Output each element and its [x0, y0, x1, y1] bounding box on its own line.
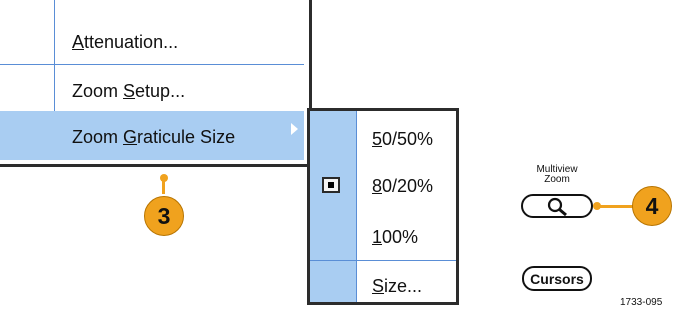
submenu-arrow-icon: [291, 123, 298, 135]
magnifier-icon: [547, 197, 567, 216]
callout-leader-line: [600, 205, 634, 208]
step-callout-4: 4: [632, 186, 672, 226]
figure-id: 1733-095: [620, 297, 663, 308]
menu-item-zoom-setup[interactable]: Zoom Setup...: [0, 65, 304, 110]
main-menu: Attenuation... Zoom Setup... Zoom Gratic…: [0, 0, 312, 167]
step-callout-3: 3: [144, 196, 184, 236]
submenu-item-size[interactable]: Size...: [310, 261, 456, 305]
submenu-item-label: 100%: [372, 227, 419, 247]
multiview-zoom-button[interactable]: [521, 194, 593, 218]
submenu-item-label: 80/20%: [372, 176, 434, 196]
multiview-zoom-caption: Multiview Zoom: [536, 164, 578, 185]
selected-radio-icon: [322, 177, 340, 193]
menu-item-label: Attenuation...: [72, 32, 179, 52]
zoom-graticule-submenu: 50/50% 80/20% 100% Size...: [307, 108, 459, 305]
menu-item-zoom-graticule-size[interactable]: Zoom Graticule Size: [0, 111, 304, 160]
menu-item-attenuation[interactable]: Attenuation...: [0, 20, 304, 60]
submenu-item-80-20[interactable]: 80/20%: [310, 159, 456, 209]
cursors-button[interactable]: Cursors: [522, 266, 592, 291]
submenu-item-100[interactable]: 100%: [310, 209, 456, 259]
menu-item-label: Zoom Setup...: [72, 81, 186, 101]
submenu-item-label: 50/50%: [372, 129, 434, 149]
submenu-item-50-50[interactable]: 50/50%: [310, 111, 456, 159]
submenu-item-label: Size...: [372, 276, 423, 296]
menu-item-label: Zoom Graticule Size: [72, 127, 236, 147]
callout-leader-line: [162, 180, 165, 194]
